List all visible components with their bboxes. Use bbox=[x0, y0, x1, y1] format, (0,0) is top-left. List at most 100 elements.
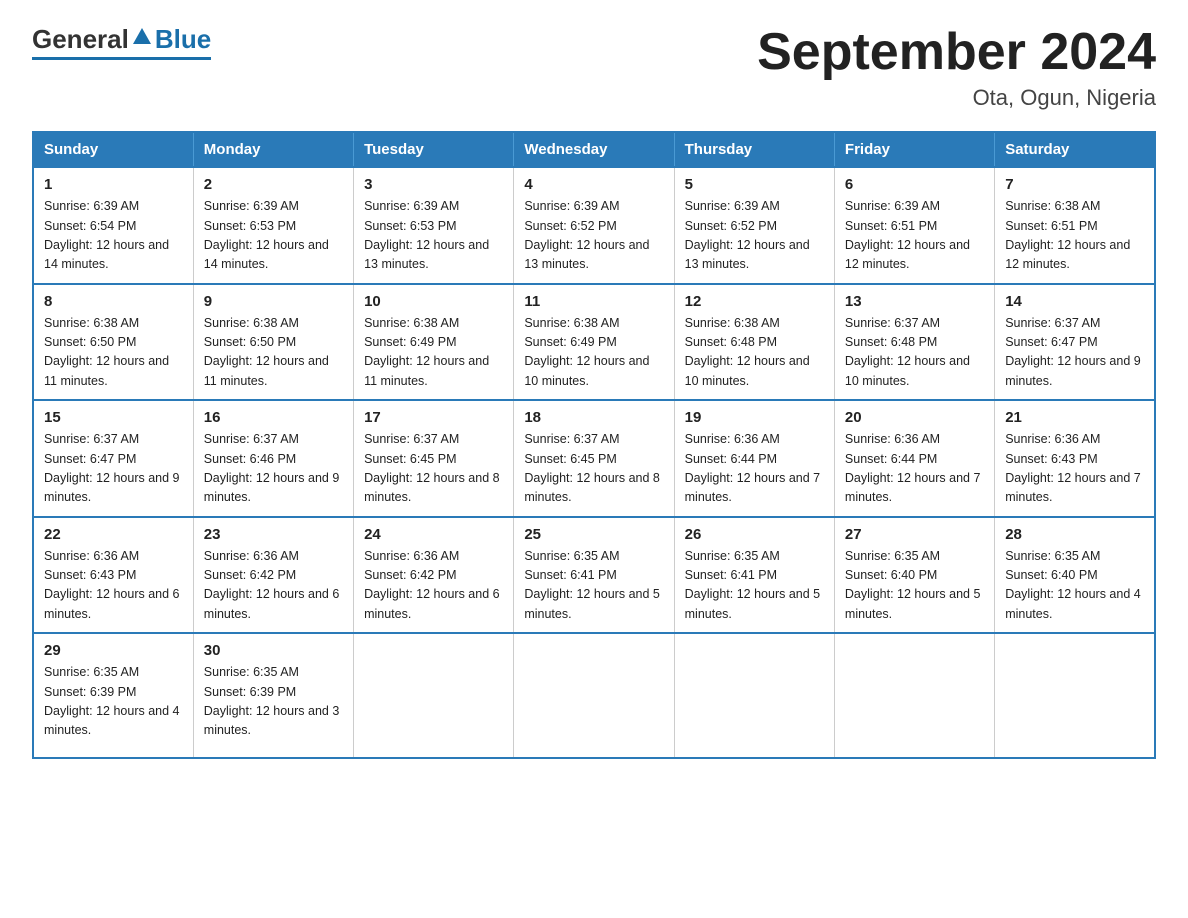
calendar-cell: 13 Sunrise: 6:37 AM Sunset: 6:48 PM Dayl… bbox=[834, 284, 994, 401]
calendar-cell: 3 Sunrise: 6:39 AM Sunset: 6:53 PM Dayli… bbox=[354, 167, 514, 284]
calendar-cell: 22 Sunrise: 6:36 AM Sunset: 6:43 PM Dayl… bbox=[33, 517, 193, 634]
calendar-cell: 7 Sunrise: 6:38 AM Sunset: 6:51 PM Dayli… bbox=[995, 167, 1155, 284]
calendar-cell: 27 Sunrise: 6:35 AM Sunset: 6:40 PM Dayl… bbox=[834, 517, 994, 634]
day-info: Sunrise: 6:38 AM Sunset: 6:48 PM Dayligh… bbox=[685, 314, 824, 392]
calendar-cell: 16 Sunrise: 6:37 AM Sunset: 6:46 PM Dayl… bbox=[193, 400, 353, 517]
calendar-cell: 12 Sunrise: 6:38 AM Sunset: 6:48 PM Dayl… bbox=[674, 284, 834, 401]
day-number: 22 bbox=[44, 526, 183, 543]
calendar-cell: 28 Sunrise: 6:35 AM Sunset: 6:40 PM Dayl… bbox=[995, 517, 1155, 634]
logo: General Blue bbox=[32, 24, 211, 60]
calendar-cell: 29 Sunrise: 6:35 AM Sunset: 6:39 PM Dayl… bbox=[33, 633, 193, 758]
day-info: Sunrise: 6:35 AM Sunset: 6:39 PM Dayligh… bbox=[204, 663, 343, 741]
day-info: Sunrise: 6:35 AM Sunset: 6:40 PM Dayligh… bbox=[1005, 547, 1144, 625]
day-number: 30 bbox=[204, 642, 343, 659]
day-info: Sunrise: 6:37 AM Sunset: 6:45 PM Dayligh… bbox=[524, 430, 663, 508]
day-info: Sunrise: 6:38 AM Sunset: 6:50 PM Dayligh… bbox=[44, 314, 183, 392]
week-row-3: 15 Sunrise: 6:37 AM Sunset: 6:47 PM Dayl… bbox=[33, 400, 1155, 517]
logo-underline bbox=[32, 57, 211, 60]
calendar-cell: 8 Sunrise: 6:38 AM Sunset: 6:50 PM Dayli… bbox=[33, 284, 193, 401]
day-info: Sunrise: 6:36 AM Sunset: 6:44 PM Dayligh… bbox=[685, 430, 824, 508]
day-info: Sunrise: 6:38 AM Sunset: 6:49 PM Dayligh… bbox=[524, 314, 663, 392]
col-friday: Friday bbox=[834, 132, 994, 167]
calendar-cell: 4 Sunrise: 6:39 AM Sunset: 6:52 PM Dayli… bbox=[514, 167, 674, 284]
day-info: Sunrise: 6:36 AM Sunset: 6:42 PM Dayligh… bbox=[204, 547, 343, 625]
day-info: Sunrise: 6:37 AM Sunset: 6:48 PM Dayligh… bbox=[845, 314, 984, 392]
week-row-4: 22 Sunrise: 6:36 AM Sunset: 6:43 PM Dayl… bbox=[33, 517, 1155, 634]
day-number: 17 bbox=[364, 409, 503, 426]
day-info: Sunrise: 6:36 AM Sunset: 6:43 PM Dayligh… bbox=[1005, 430, 1144, 508]
calendar-cell: 26 Sunrise: 6:35 AM Sunset: 6:41 PM Dayl… bbox=[674, 517, 834, 634]
calendar-cell: 11 Sunrise: 6:38 AM Sunset: 6:49 PM Dayl… bbox=[514, 284, 674, 401]
day-info: Sunrise: 6:39 AM Sunset: 6:52 PM Dayligh… bbox=[685, 197, 824, 275]
day-number: 13 bbox=[845, 293, 984, 310]
day-number: 11 bbox=[524, 293, 663, 310]
calendar-table: Sunday Monday Tuesday Wednesday Thursday… bbox=[32, 131, 1156, 759]
calendar-header: Sunday Monday Tuesday Wednesday Thursday… bbox=[33, 132, 1155, 167]
day-info: Sunrise: 6:37 AM Sunset: 6:45 PM Dayligh… bbox=[364, 430, 503, 508]
day-number: 18 bbox=[524, 409, 663, 426]
col-sunday: Sunday bbox=[33, 132, 193, 167]
day-info: Sunrise: 6:37 AM Sunset: 6:47 PM Dayligh… bbox=[1005, 314, 1144, 392]
calendar-cell: 18 Sunrise: 6:37 AM Sunset: 6:45 PM Dayl… bbox=[514, 400, 674, 517]
logo-triangle-icon bbox=[131, 24, 153, 55]
day-number: 23 bbox=[204, 526, 343, 543]
day-number: 10 bbox=[364, 293, 503, 310]
subtitle: Ota, Ogun, Nigeria bbox=[757, 85, 1156, 111]
day-number: 24 bbox=[364, 526, 503, 543]
col-monday: Monday bbox=[193, 132, 353, 167]
day-number: 26 bbox=[685, 526, 824, 543]
day-number: 4 bbox=[524, 176, 663, 193]
day-number: 9 bbox=[204, 293, 343, 310]
page-header: General Blue September 2024 Ota, Ogun, N… bbox=[32, 24, 1156, 111]
week-row-2: 8 Sunrise: 6:38 AM Sunset: 6:50 PM Dayli… bbox=[33, 284, 1155, 401]
day-number: 3 bbox=[364, 176, 503, 193]
calendar-cell bbox=[834, 633, 994, 758]
day-number: 12 bbox=[685, 293, 824, 310]
day-info: Sunrise: 6:39 AM Sunset: 6:52 PM Dayligh… bbox=[524, 197, 663, 275]
col-wednesday: Wednesday bbox=[514, 132, 674, 167]
day-info: Sunrise: 6:39 AM Sunset: 6:51 PM Dayligh… bbox=[845, 197, 984, 275]
day-number: 15 bbox=[44, 409, 183, 426]
calendar-cell bbox=[514, 633, 674, 758]
header-row: Sunday Monday Tuesday Wednesday Thursday… bbox=[33, 132, 1155, 167]
day-number: 14 bbox=[1005, 293, 1144, 310]
day-info: Sunrise: 6:35 AM Sunset: 6:41 PM Dayligh… bbox=[685, 547, 824, 625]
calendar-cell: 17 Sunrise: 6:37 AM Sunset: 6:45 PM Dayl… bbox=[354, 400, 514, 517]
day-info: Sunrise: 6:39 AM Sunset: 6:53 PM Dayligh… bbox=[364, 197, 503, 275]
calendar-cell: 15 Sunrise: 6:37 AM Sunset: 6:47 PM Dayl… bbox=[33, 400, 193, 517]
calendar-cell: 6 Sunrise: 6:39 AM Sunset: 6:51 PM Dayli… bbox=[834, 167, 994, 284]
day-number: 29 bbox=[44, 642, 183, 659]
calendar-cell: 2 Sunrise: 6:39 AM Sunset: 6:53 PM Dayli… bbox=[193, 167, 353, 284]
calendar-cell: 10 Sunrise: 6:38 AM Sunset: 6:49 PM Dayl… bbox=[354, 284, 514, 401]
calendar-cell bbox=[354, 633, 514, 758]
day-number: 16 bbox=[204, 409, 343, 426]
day-info: Sunrise: 6:37 AM Sunset: 6:47 PM Dayligh… bbox=[44, 430, 183, 508]
day-info: Sunrise: 6:39 AM Sunset: 6:54 PM Dayligh… bbox=[44, 197, 183, 275]
day-number: 27 bbox=[845, 526, 984, 543]
day-info: Sunrise: 6:36 AM Sunset: 6:42 PM Dayligh… bbox=[364, 547, 503, 625]
main-title: September 2024 bbox=[757, 24, 1156, 81]
calendar-cell: 19 Sunrise: 6:36 AM Sunset: 6:44 PM Dayl… bbox=[674, 400, 834, 517]
col-tuesday: Tuesday bbox=[354, 132, 514, 167]
col-thursday: Thursday bbox=[674, 132, 834, 167]
calendar-cell: 1 Sunrise: 6:39 AM Sunset: 6:54 PM Dayli… bbox=[33, 167, 193, 284]
calendar-cell bbox=[674, 633, 834, 758]
day-number: 28 bbox=[1005, 526, 1144, 543]
day-info: Sunrise: 6:38 AM Sunset: 6:49 PM Dayligh… bbox=[364, 314, 503, 392]
day-info: Sunrise: 6:35 AM Sunset: 6:41 PM Dayligh… bbox=[524, 547, 663, 625]
day-info: Sunrise: 6:37 AM Sunset: 6:46 PM Dayligh… bbox=[204, 430, 343, 508]
calendar-cell: 14 Sunrise: 6:37 AM Sunset: 6:47 PM Dayl… bbox=[995, 284, 1155, 401]
title-block: September 2024 Ota, Ogun, Nigeria bbox=[757, 24, 1156, 111]
day-info: Sunrise: 6:38 AM Sunset: 6:51 PM Dayligh… bbox=[1005, 197, 1144, 275]
day-number: 7 bbox=[1005, 176, 1144, 193]
calendar-cell: 21 Sunrise: 6:36 AM Sunset: 6:43 PM Dayl… bbox=[995, 400, 1155, 517]
day-number: 21 bbox=[1005, 409, 1144, 426]
calendar-cell bbox=[995, 633, 1155, 758]
calendar-cell: 9 Sunrise: 6:38 AM Sunset: 6:50 PM Dayli… bbox=[193, 284, 353, 401]
calendar-cell: 24 Sunrise: 6:36 AM Sunset: 6:42 PM Dayl… bbox=[354, 517, 514, 634]
calendar-cell: 30 Sunrise: 6:35 AM Sunset: 6:39 PM Dayl… bbox=[193, 633, 353, 758]
week-row-1: 1 Sunrise: 6:39 AM Sunset: 6:54 PM Dayli… bbox=[33, 167, 1155, 284]
calendar-body: 1 Sunrise: 6:39 AM Sunset: 6:54 PM Dayli… bbox=[33, 167, 1155, 758]
day-number: 25 bbox=[524, 526, 663, 543]
calendar-cell: 5 Sunrise: 6:39 AM Sunset: 6:52 PM Dayli… bbox=[674, 167, 834, 284]
